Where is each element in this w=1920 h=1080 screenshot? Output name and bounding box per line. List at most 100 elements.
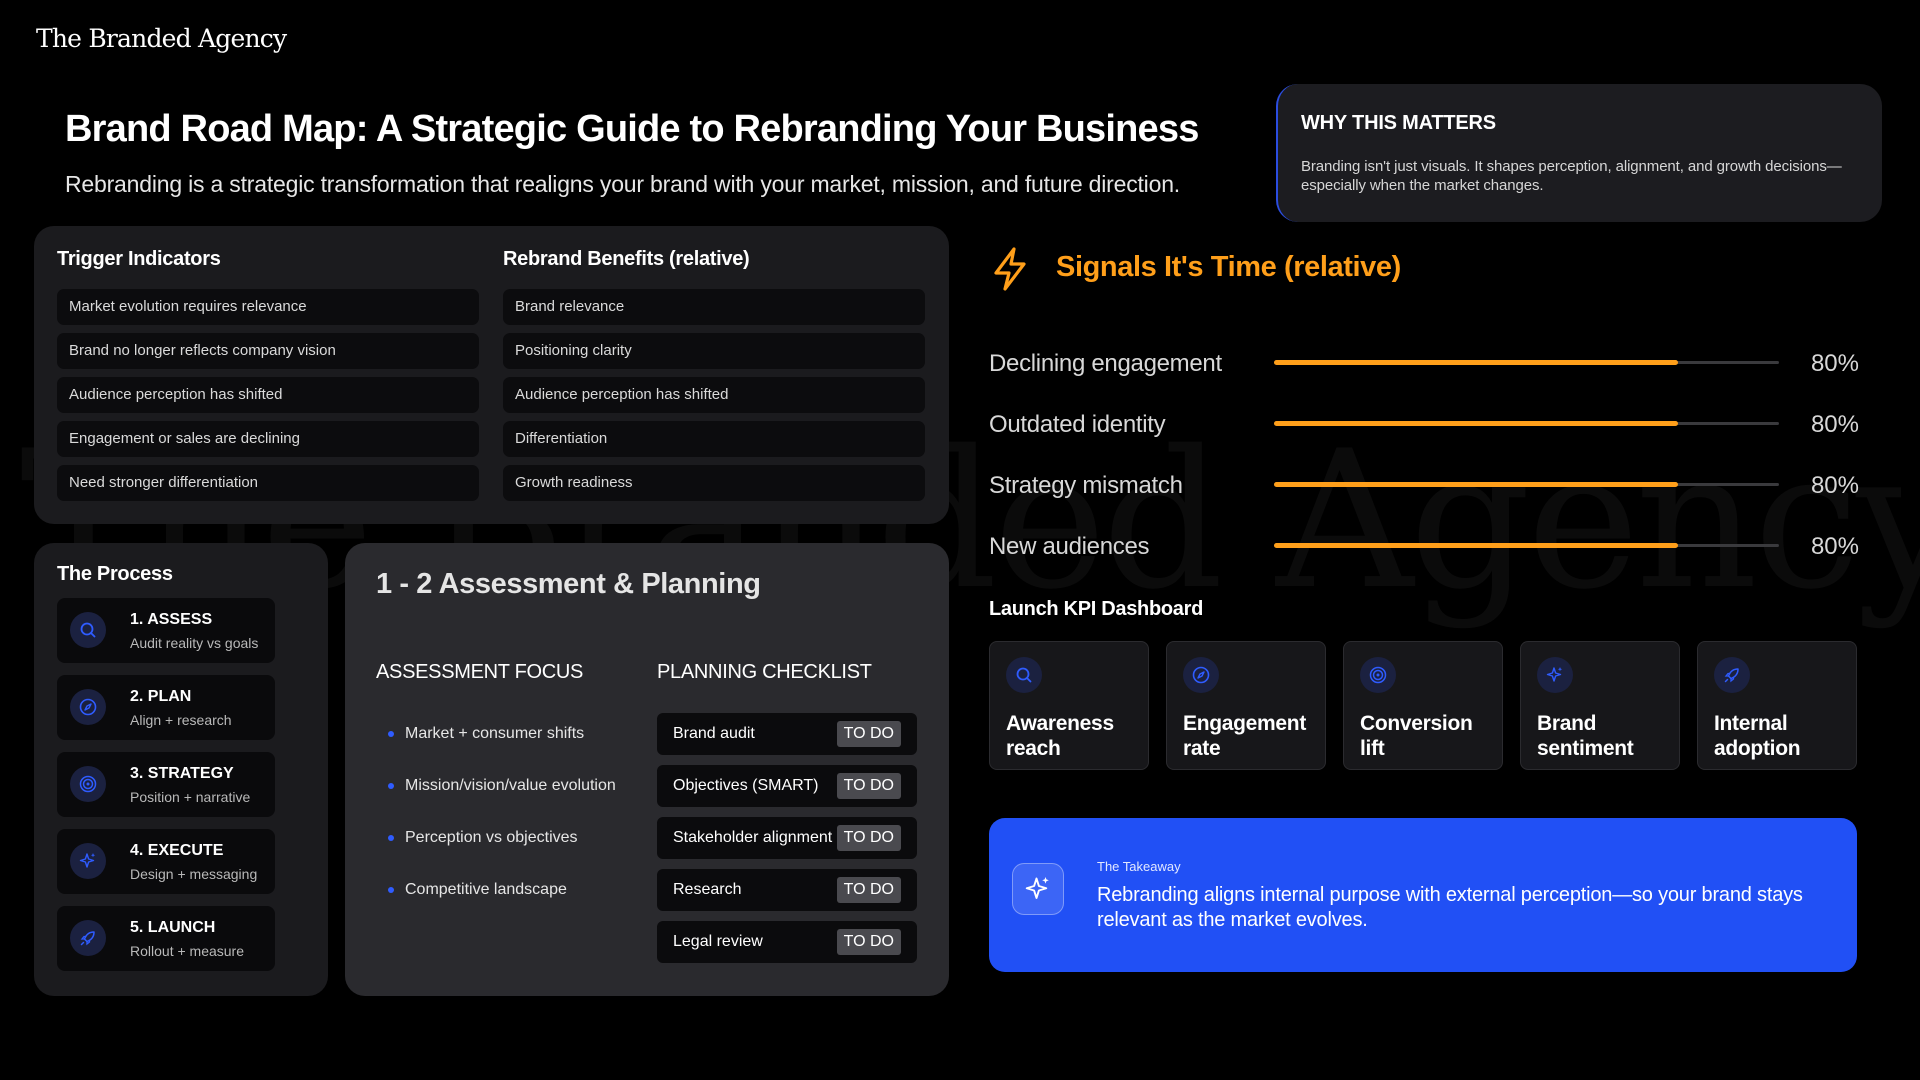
checklist-item[interactable]: Objectives (SMART) TO DO bbox=[657, 765, 917, 807]
signal-percent: 80% bbox=[1810, 350, 1859, 377]
signal-bar-fill bbox=[1274, 421, 1678, 426]
lightning-icon bbox=[988, 245, 1032, 298]
checklist-item-label: Objectives (SMART) bbox=[673, 777, 819, 794]
step-desc: Position + narrative bbox=[130, 789, 251, 805]
trigger-item: Need stronger differentiation bbox=[57, 465, 479, 501]
step-desc: Align + research bbox=[130, 712, 232, 728]
kpi-dashboard-title: Launch KPI Dashboard bbox=[989, 598, 1204, 620]
trigger-item: Brand no longer reflects company vision bbox=[57, 333, 479, 369]
checklist-item[interactable]: Brand audit TO DO bbox=[657, 713, 917, 755]
assessment-focus-title: ASSESSMENT FOCUS bbox=[376, 661, 584, 683]
kpi-card-row: Awareness reach Engagement rate Conversi… bbox=[989, 641, 1857, 770]
signal-bar-track bbox=[1274, 360, 1779, 365]
bullet-dot bbox=[388, 783, 394, 789]
status-badge: TO DO bbox=[836, 825, 901, 851]
focus-item-label: Market + consumer shifts bbox=[405, 725, 585, 742]
kpi-label: Conversion lift bbox=[1360, 712, 1473, 760]
focus-item-label: Perception vs objectives bbox=[405, 829, 578, 846]
status-badge: TO DO bbox=[836, 929, 901, 955]
signal-label: New audiences bbox=[989, 533, 1150, 560]
page-subtitle: Rebranding is a strategic transformation… bbox=[65, 171, 1180, 197]
process-step-plan[interactable]: 2. PLAN Align + research bbox=[57, 675, 275, 740]
signal-bar-fill bbox=[1274, 360, 1678, 365]
checklist-item[interactable]: Legal review TO DO bbox=[657, 921, 917, 963]
signal-row: Outdated identity 80% bbox=[989, 403, 1859, 443]
checklist-item[interactable]: Stakeholder alignment TO DO bbox=[657, 817, 917, 859]
checklist-item-label: Legal review bbox=[673, 933, 763, 950]
search-icon bbox=[1006, 657, 1042, 693]
signal-row: New audiences 80% bbox=[989, 525, 1859, 565]
takeaway-body: Rebranding aligns internal purpose with … bbox=[1097, 884, 1803, 931]
takeaway-card: The Takeaway Rebranding aligns internal … bbox=[989, 818, 1857, 972]
compass-icon bbox=[1183, 657, 1219, 693]
benefit-item: Growth readiness bbox=[503, 465, 925, 501]
search-icon bbox=[70, 612, 106, 648]
planning-checklist: Brand audit TO DO Objectives (SMART) TO DO… bbox=[657, 713, 917, 973]
kpi-card-engagement[interactable]: Engagement rate bbox=[1166, 641, 1326, 770]
bullet-dot bbox=[388, 887, 394, 893]
page-title: Brand Road Map: A Strategic Guide to Reb… bbox=[65, 108, 1199, 150]
kpi-label: Internal adoption bbox=[1714, 712, 1801, 760]
triggers-title: Trigger Indicators bbox=[57, 248, 221, 270]
step-name: 5. LAUNCH bbox=[130, 919, 216, 936]
why-body: Branding isn't just visuals. It shapes p… bbox=[1301, 158, 1842, 194]
checklist-item-label: Research bbox=[673, 881, 742, 898]
kpi-card-conversion[interactable]: Conversion lift bbox=[1343, 641, 1503, 770]
signal-label: Strategy mismatch bbox=[989, 472, 1183, 499]
benefit-list: Brand relevance Positioning clarity Audi… bbox=[503, 289, 925, 509]
focus-item: Competitive landscape bbox=[388, 869, 616, 921]
sparkles-icon bbox=[70, 843, 106, 879]
focus-item-label: Competitive landscape bbox=[405, 881, 567, 898]
brand-logo: The Branded Agency bbox=[36, 24, 287, 53]
kpi-card-awareness[interactable]: Awareness reach bbox=[989, 641, 1149, 770]
benefit-item: Differentiation bbox=[503, 421, 925, 457]
signal-bar-track bbox=[1274, 482, 1779, 487]
benefit-item: Audience perception has shifted bbox=[503, 377, 925, 413]
sparkles-icon bbox=[1537, 657, 1573, 693]
checklist-item-label: Brand audit bbox=[673, 725, 755, 742]
signal-bar-track bbox=[1274, 543, 1779, 548]
signal-label: Declining engagement bbox=[989, 350, 1222, 377]
compass-icon bbox=[70, 689, 106, 725]
status-badge: TO DO bbox=[836, 773, 901, 799]
takeaway-kicker: The Takeaway bbox=[1097, 859, 1181, 874]
signal-percent: 80% bbox=[1810, 472, 1859, 499]
process-step-execute[interactable]: 4. EXECUTE Design + messaging bbox=[57, 829, 275, 894]
bullet-dot bbox=[388, 731, 394, 737]
kpi-label: Engagement rate bbox=[1183, 712, 1307, 760]
planning-checklist-title: PLANNING CHECKLIST bbox=[657, 661, 872, 683]
process-step-strategy[interactable]: 3. STRATEGY Position + narrative bbox=[57, 752, 275, 817]
signal-label: Outdated identity bbox=[989, 411, 1166, 438]
trigger-list: Market evolution requires relevance Bran… bbox=[57, 289, 479, 509]
step-name: 3. STRATEGY bbox=[130, 765, 234, 782]
step-desc: Design + messaging bbox=[130, 866, 258, 882]
trigger-item: Engagement or sales are declining bbox=[57, 421, 479, 457]
why-title: WHY THIS MATTERS bbox=[1301, 112, 1496, 134]
signal-bar-fill bbox=[1274, 482, 1678, 487]
process-steps: 1. ASSESS Audit reality vs goals 2. PLAN… bbox=[57, 598, 275, 983]
status-badge: TO DO bbox=[836, 721, 901, 747]
target-icon bbox=[1360, 657, 1396, 693]
target-icon bbox=[70, 766, 106, 802]
benefit-item: Positioning clarity bbox=[503, 333, 925, 369]
benefits-title: Rebrand Benefits (relative) bbox=[503, 248, 750, 270]
focus-item: Market + consumer shifts bbox=[388, 713, 616, 765]
rocket-icon bbox=[70, 920, 106, 956]
kpi-card-sentiment[interactable]: Brand sentiment bbox=[1520, 641, 1680, 770]
focus-item: Perception vs objectives bbox=[388, 817, 616, 869]
process-step-assess[interactable]: 1. ASSESS Audit reality vs goals bbox=[57, 598, 275, 663]
status-badge: TO DO bbox=[836, 877, 901, 903]
rocket-icon bbox=[1714, 657, 1750, 693]
signal-bar-fill bbox=[1274, 543, 1678, 548]
signal-row: Strategy mismatch 80% bbox=[989, 464, 1859, 504]
step-desc: Audit reality vs goals bbox=[130, 635, 259, 651]
focus-item: Mission/vision/value evolution bbox=[388, 765, 616, 817]
kpi-label: Awareness reach bbox=[1006, 712, 1114, 760]
signal-row: Declining engagement 80% bbox=[989, 342, 1859, 382]
kpi-card-adoption[interactable]: Internal adoption bbox=[1697, 641, 1857, 770]
checklist-item[interactable]: Research TO DO bbox=[657, 869, 917, 911]
benefit-item: Brand relevance bbox=[503, 289, 925, 325]
process-step-launch[interactable]: 5. LAUNCH Rollout + measure bbox=[57, 906, 275, 971]
kpi-label: Brand sentiment bbox=[1537, 712, 1634, 760]
sparkles-icon bbox=[1012, 863, 1064, 915]
